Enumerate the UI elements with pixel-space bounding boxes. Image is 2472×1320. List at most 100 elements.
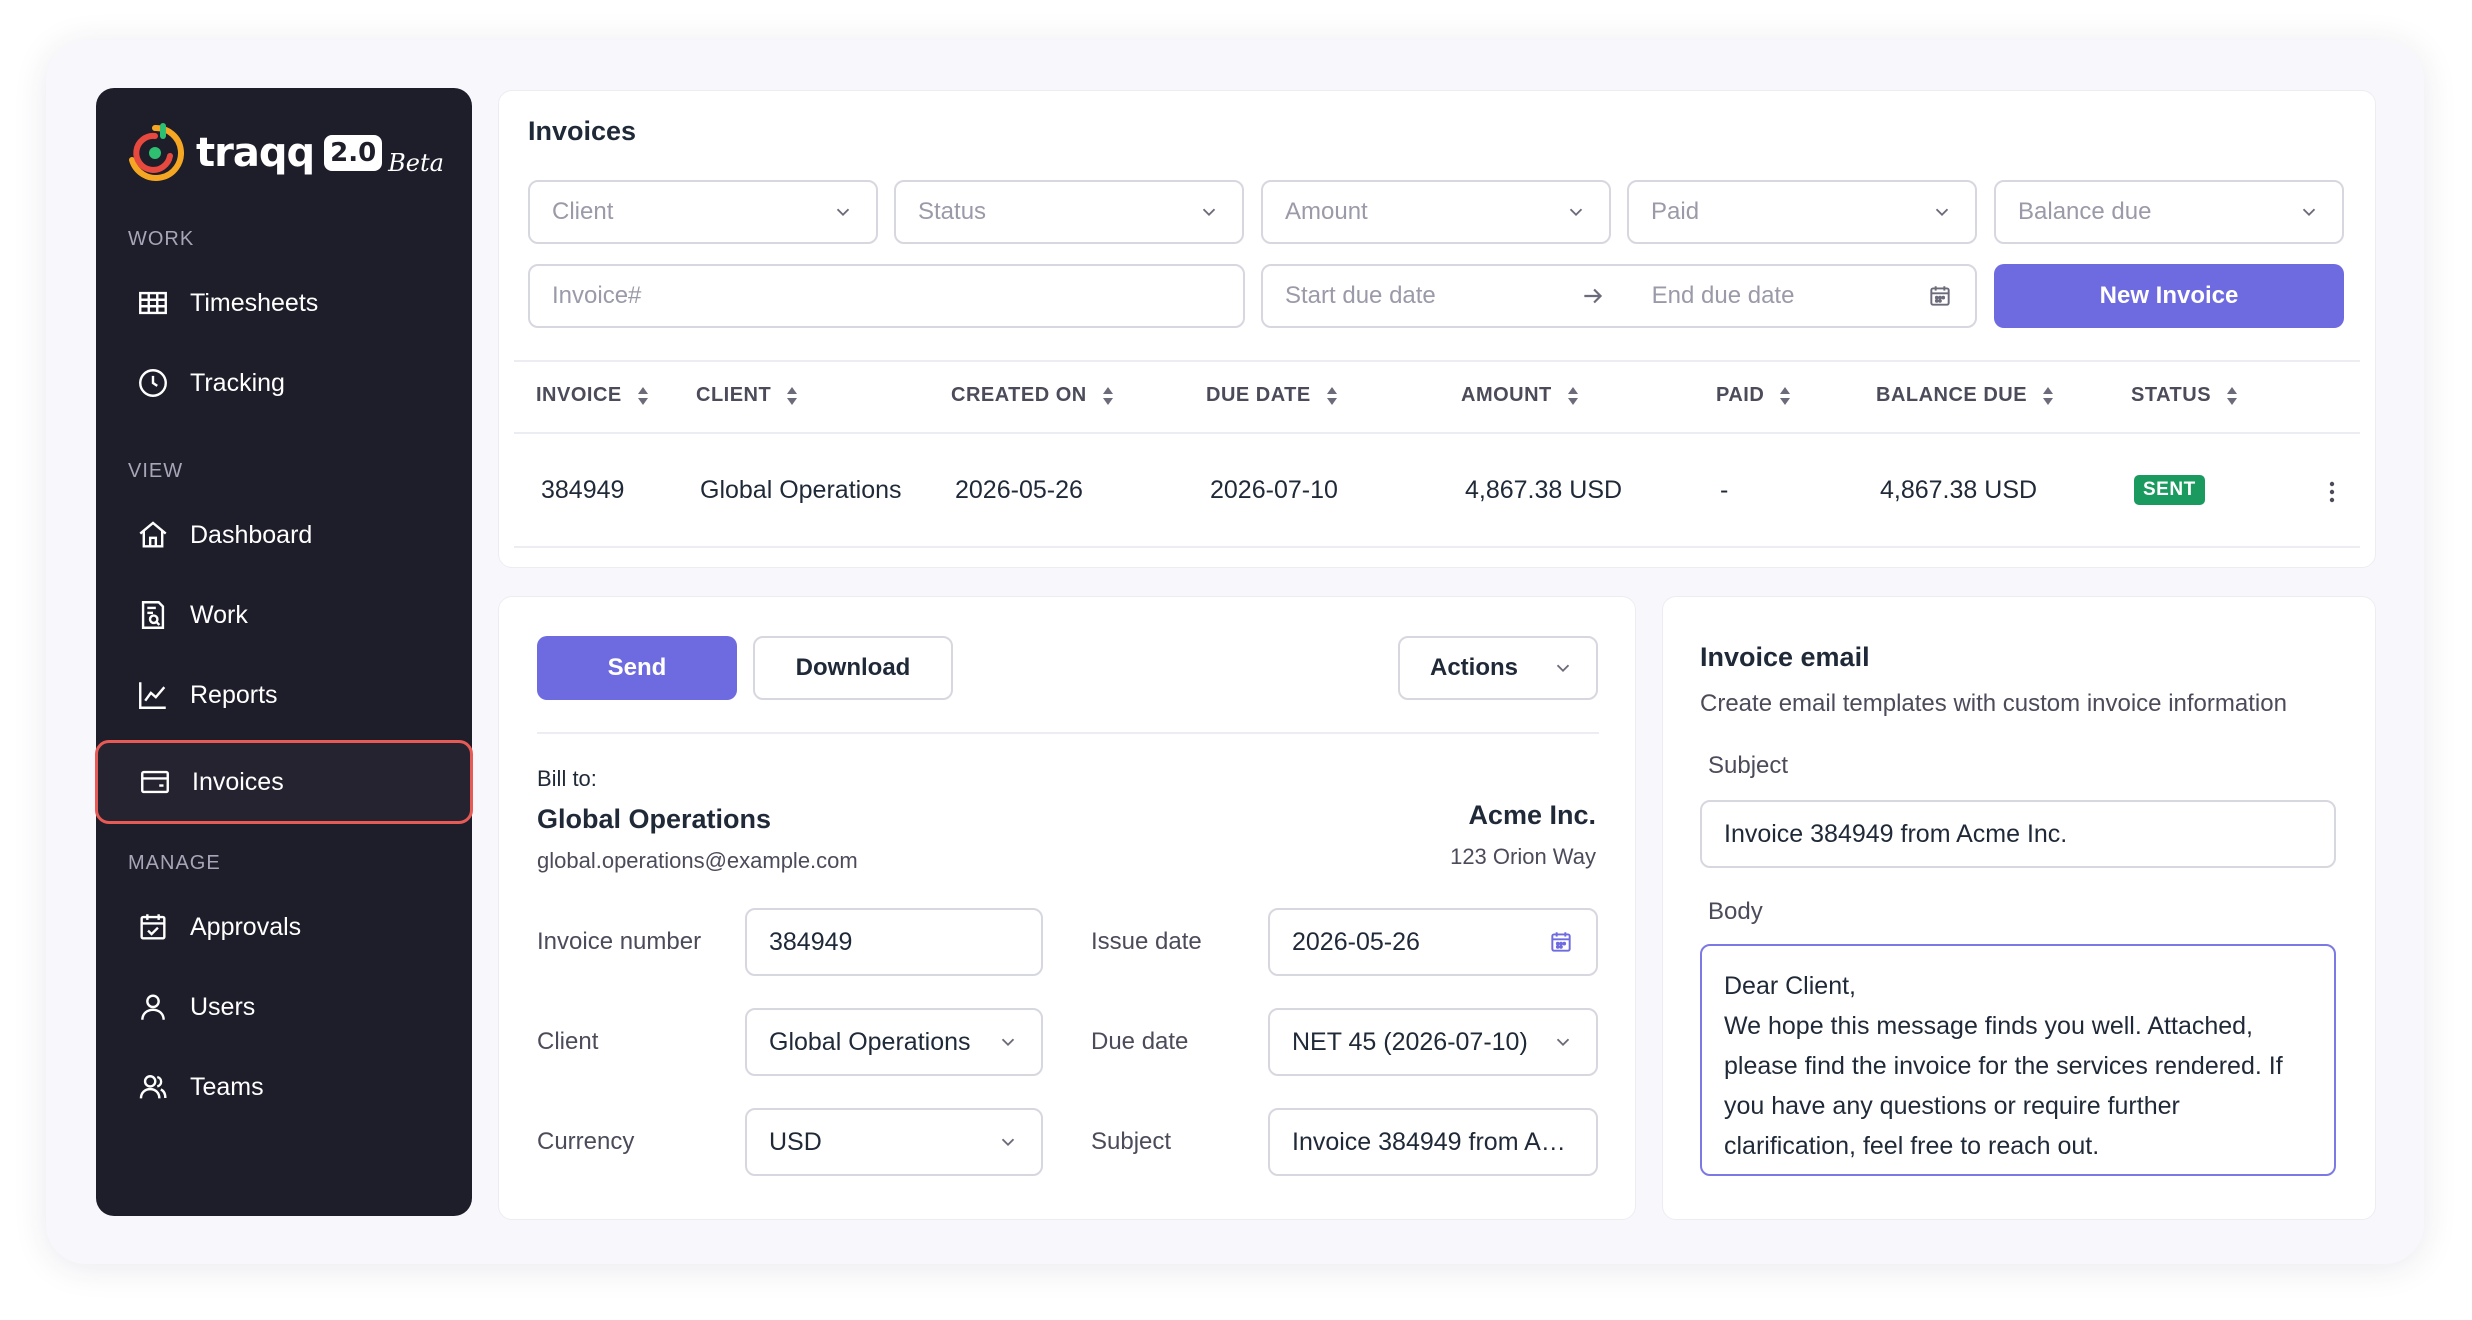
cell-due-date: 2026-07-10	[1210, 476, 1338, 504]
calendar-icon[interactable]	[1548, 929, 1574, 955]
sort-icon	[2043, 386, 2054, 405]
due-date-select[interactable]: NET 45 (2026-07-10)	[1268, 1008, 1598, 1076]
email-body-text: We hope this message finds you well. Att…	[1724, 1012, 2283, 1160]
sidebar-item-label: Timesheets	[190, 288, 319, 317]
column-header-balance-due[interactable]: BALANCE DUE	[1876, 384, 2055, 407]
download-button[interactable]: Download	[753, 636, 953, 700]
brand-beta-tag: Beta	[388, 149, 444, 177]
chevron-down-icon	[1935, 208, 1949, 217]
column-header-label: INVOICE	[536, 384, 622, 406]
client-label: Client	[537, 1028, 599, 1055]
cell-balance-due: 4,867.38 USD	[1880, 476, 2038, 504]
bill-to-name: Global Operations	[537, 804, 772, 834]
sort-icon	[1567, 386, 1578, 405]
invoice-icon	[141, 770, 169, 794]
issue-date-field[interactable]: 2026-05-26	[1268, 908, 1598, 976]
sidebar-item-work[interactable]: Work	[96, 580, 472, 650]
column-header-label: CREATED ON	[951, 384, 1087, 406]
chevron-down-icon	[2302, 208, 2316, 217]
column-header-amount[interactable]: AMOUNT	[1461, 384, 1580, 407]
email-subject-input[interactable]: Invoice 384949 from Acme Inc.	[1700, 800, 2336, 868]
more-vertical-icon[interactable]	[2322, 477, 2342, 507]
sort-icon	[2227, 386, 2238, 405]
currency-select[interactable]: USD	[745, 1108, 1043, 1176]
amount-filter-label: Amount	[1285, 198, 1368, 225]
subject-label: Subject	[1091, 1128, 1172, 1155]
arrow-right-icon	[1584, 288, 1603, 304]
sidebar-item-label: Teams	[190, 1072, 264, 1101]
sidebar-item-label: Invoices	[192, 767, 284, 796]
cell-client: Global Operations	[700, 476, 902, 504]
sidebar-item-reports[interactable]: Reports	[96, 660, 472, 730]
page-title: Invoices	[528, 116, 637, 146]
new-invoice-button[interactable]: New Invoice	[1994, 264, 2344, 328]
due-date-range-picker[interactable]: Start due date End due date	[1261, 264, 1977, 328]
chevron-down-icon	[1556, 1038, 1570, 1047]
paid-filter[interactable]: Paid	[1627, 180, 1977, 244]
email-body-label: Body	[1708, 898, 1763, 925]
column-header-label: AMOUNT	[1461, 384, 1552, 406]
client-select[interactable]: Global Operations	[745, 1008, 1043, 1076]
balance-due-filter[interactable]: Balance due	[1994, 180, 2344, 244]
column-header-invoice[interactable]: INVOICE	[536, 384, 650, 407]
sidebar-item-tracking[interactable]: Tracking	[96, 348, 472, 418]
sidebar	[96, 88, 472, 1216]
chevron-down-icon	[836, 208, 850, 217]
column-header-paid[interactable]: PAID	[1716, 384, 1792, 407]
column-header-status[interactable]: STATUS	[2131, 384, 2239, 407]
start-due-date-placeholder: Start due date	[1285, 282, 1436, 309]
sidebar-item-label: Approvals	[190, 912, 302, 941]
company-name: Acme Inc.	[1468, 800, 1596, 830]
column-header-label: BALANCE DUE	[1876, 384, 2028, 406]
cell-amount: 4,867.38 USD	[1465, 476, 1623, 504]
company-address: 123 Orion Way	[1450, 844, 1596, 869]
status-filter[interactable]: Status	[894, 180, 1244, 244]
actions-dropdown[interactable]: Actions	[1398, 636, 1598, 700]
sort-icon	[637, 386, 648, 405]
issue-date-label: Issue date	[1091, 928, 1202, 955]
client-filter[interactable]: Client	[528, 180, 878, 244]
column-header-label: DUE DATE	[1206, 384, 1311, 406]
chart-line-icon	[139, 682, 166, 709]
chevron-down-icon	[1556, 664, 1570, 673]
divider	[537, 732, 1599, 734]
paid-filter-label: Paid	[1651, 198, 1700, 225]
email-body-textarea[interactable]: Dear Client, We hope this message finds …	[1700, 944, 2336, 1176]
invoice-number-label: Invoice number	[537, 928, 702, 955]
sidebar-item-invoices[interactable]: Invoices	[95, 740, 473, 824]
client-select-value: Global Operations	[769, 1027, 971, 1056]
send-button[interactable]: Send	[537, 636, 737, 700]
home-icon	[139, 521, 167, 548]
column-header-label: CLIENT	[696, 384, 772, 406]
due-date-select-value: NET 45 (2026-07-10)	[1292, 1027, 1528, 1056]
column-header-created-on[interactable]: CREATED ON	[951, 384, 1115, 407]
sidebar-item-label: Users	[190, 992, 256, 1021]
issue-date-value: 2026-05-26	[1292, 927, 1420, 956]
team-icon	[139, 1075, 167, 1099]
user-icon	[141, 994, 165, 1020]
document-search-icon	[141, 601, 165, 629]
divider	[514, 432, 2360, 434]
sidebar-item-approvals[interactable]: Approvals	[96, 892, 472, 962]
sidebar-item-timesheets[interactable]: Timesheets	[96, 268, 472, 338]
sidebar-item-teams[interactable]: Teams	[96, 1052, 472, 1122]
invoice-number-search[interactable]: Invoice#	[528, 264, 1245, 328]
sidebar-item-users[interactable]: Users	[96, 972, 472, 1042]
balance-due-filter-label: Balance due	[2018, 198, 2152, 225]
sidebar-item-label: Work	[190, 600, 248, 629]
sidebar-item-dashboard[interactable]: Dashboard	[96, 500, 472, 570]
cell-created-on: 2026-05-26	[955, 476, 1083, 504]
column-header-client[interactable]: CLIENT	[696, 384, 799, 407]
brand-logo[interactable]: traqq 2.0 Beta	[126, 118, 444, 188]
due-date-label: Due date	[1091, 1028, 1189, 1055]
amount-filter[interactable]: Amount	[1261, 180, 1611, 244]
sort-icon	[1780, 386, 1791, 405]
invoice-email-title: Invoice email	[1700, 642, 1870, 672]
grid-icon	[139, 291, 167, 315]
invoice-number-field[interactable]: 384949	[745, 908, 1043, 976]
sort-icon	[1326, 386, 1337, 405]
email-body-greeting: Dear Client,	[1724, 972, 1856, 1000]
subject-field[interactable]: Invoice 384949 from Acme Inc.	[1268, 1108, 1598, 1176]
bill-to-label: Bill to:	[537, 766, 597, 791]
column-header-due-date[interactable]: DUE DATE	[1206, 384, 1339, 407]
